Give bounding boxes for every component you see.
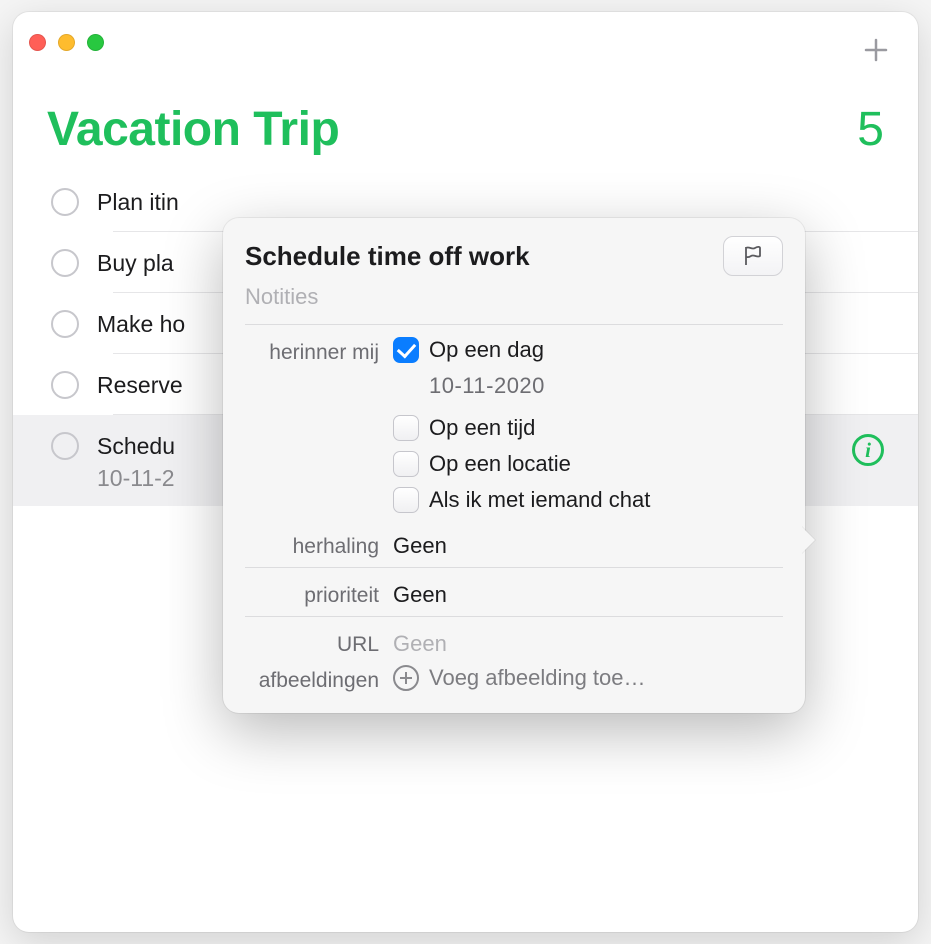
on-time-checkbox[interactable] — [393, 415, 419, 441]
titlebar — [13, 12, 918, 72]
add-reminder-button[interactable] — [862, 36, 890, 69]
priority-label: prioriteit — [245, 580, 393, 608]
popover-header: Schedule time off work — [245, 236, 783, 276]
on-day-label: Op een dag — [429, 337, 544, 363]
url-field[interactable]: Geen — [393, 629, 447, 657]
item-title[interactable]: Reserve — [97, 369, 183, 401]
close-window-button[interactable] — [29, 34, 46, 51]
remind-label: herinner mij — [245, 337, 393, 365]
images-label: afbeeldingen — [245, 665, 393, 693]
divider — [245, 324, 783, 325]
images-row: afbeeldingen Voeg afbeelding toe… — [245, 665, 783, 693]
on-location-label: Op een locatie — [429, 451, 571, 477]
when-messaging-option[interactable]: Als ik met iemand chat — [393, 487, 650, 513]
complete-toggle[interactable] — [51, 371, 79, 399]
on-day-date[interactable]: 10-11-2020 — [429, 373, 650, 399]
on-time-label: Op een tijd — [429, 415, 535, 441]
remind-row: herinner mij Op een dag 10-11-2020 Op ee… — [245, 337, 783, 523]
on-location-option[interactable]: Op een locatie — [393, 451, 650, 477]
divider — [245, 616, 783, 617]
item-title[interactable]: Make ho — [97, 308, 185, 340]
complete-toggle[interactable] — [51, 310, 79, 338]
url-row[interactable]: URL Geen — [245, 629, 783, 657]
repeat-row[interactable]: herhaling Geen — [245, 531, 783, 559]
list-header: Vacation Trip 5 — [13, 72, 918, 165]
item-title[interactable]: Schedu — [97, 430, 175, 462]
list-title: Vacation Trip — [47, 102, 339, 157]
url-label: URL — [245, 629, 393, 657]
when-messaging-label: Als ik met iemand chat — [429, 487, 650, 513]
priority-row[interactable]: prioriteit Geen — [245, 580, 783, 608]
plus-icon — [862, 36, 890, 64]
list-count: 5 — [857, 102, 884, 157]
item-title[interactable]: Buy pla — [97, 247, 174, 279]
minimize-window-button[interactable] — [58, 34, 75, 51]
on-day-checkbox[interactable] — [393, 337, 419, 363]
info-button[interactable]: i — [852, 434, 884, 466]
reminders-window: Vacation Trip 5 Plan itin Buy pla Make h… — [13, 12, 918, 932]
plus-circle-icon — [393, 665, 419, 691]
add-image-label: Voeg afbeelding toe… — [429, 665, 646, 691]
add-image-button[interactable]: Voeg afbeelding toe… — [393, 665, 646, 691]
notes-field[interactable]: Notities — [245, 284, 783, 318]
divider — [245, 567, 783, 568]
window-controls — [29, 34, 104, 51]
flag-icon — [743, 245, 763, 267]
on-time-option[interactable]: Op een tijd — [393, 415, 650, 441]
priority-value[interactable]: Geen — [393, 580, 447, 608]
flag-button[interactable] — [723, 236, 783, 276]
item-date: 10-11-2 — [97, 465, 175, 492]
when-messaging-checkbox[interactable] — [393, 487, 419, 513]
repeat-label: herhaling — [245, 531, 393, 559]
on-location-checkbox[interactable] — [393, 451, 419, 477]
item-title[interactable]: Plan itin — [97, 186, 179, 218]
complete-toggle[interactable] — [51, 432, 79, 460]
reminder-details-popover: Schedule time off work Notities herinner… — [223, 218, 805, 713]
reminder-title-field[interactable]: Schedule time off work — [245, 241, 530, 272]
complete-toggle[interactable] — [51, 188, 79, 216]
on-day-option[interactable]: Op een dag — [393, 337, 650, 363]
repeat-value[interactable]: Geen — [393, 531, 447, 559]
maximize-window-button[interactable] — [87, 34, 104, 51]
complete-toggle[interactable] — [51, 249, 79, 277]
